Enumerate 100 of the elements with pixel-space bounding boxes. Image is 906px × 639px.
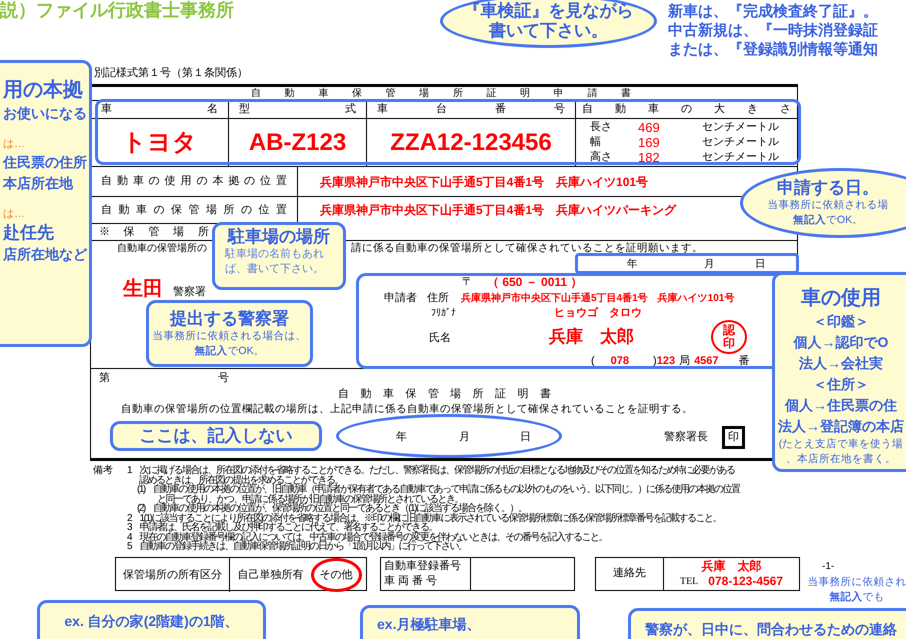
seal-box: 印 <box>722 426 745 448</box>
callout-text: 法人→会社実 <box>799 354 883 373</box>
field-label: 自動車登録番号 <box>384 558 462 574</box>
field-label: 第 <box>99 371 110 386</box>
table-cell: AB-Z123 <box>229 119 367 166</box>
callout-text: 書いて下さい。 <box>489 21 608 41</box>
callout-text: 無記入でOK。 <box>792 213 864 228</box>
note-line: 4 現在の自動車登録番号欄の記入については、中古車の場合で登録番号の変更を伴わないときは、その番号を記入すること。 <box>127 532 608 542</box>
callout-text: ＜印鑑＞ <box>813 312 869 331</box>
police-station-name: 生田 <box>123 277 163 302</box>
callout-text: 当事務所に依頼される場合は、 <box>152 328 306 344</box>
note-line: (1) 自動車の使用の本拠の位置が、旧自動車（申請者が保有者である自動車であって申請に係るもの以外のものをいう。以下同じ。）に係る使用の本拠の位置 <box>136 485 740 494</box>
phone-value: 4567 <box>694 354 719 369</box>
note-line: 5 自動車の登録手続きは、自動車保管場所証明の日から「1箇月以内」に行って下さい。 <box>127 542 467 552</box>
dimension-label: 長さ <box>590 120 613 135</box>
field-label: 号 <box>218 371 229 386</box>
column-header: 型 式 <box>229 101 367 118</box>
tel-label: TEL <box>680 574 698 588</box>
ownership-option: 自己単独所有 <box>234 558 306 592</box>
callout-text: ＜住所＞ <box>813 375 869 394</box>
table-cell: ZZA12-123456 <box>367 119 576 166</box>
note-line: 1 次に掲げる場合は、所在図の添付を省略することができる。ただし、警察署長は、保管場所の付近の目標となる地物及びその位置を知るため特に必要がある <box>127 466 736 476</box>
police-label: 警察署 <box>173 284 206 300</box>
table-cell: 保管場所の所有区分 <box>116 558 230 592</box>
callout-text: 駐車場の場所 <box>228 227 330 247</box>
dimension-value: 169 <box>638 135 661 150</box>
callout-text: お使いになる <box>3 104 87 123</box>
callout-text: 無記入でOK。 <box>194 344 265 358</box>
date-label: 年 <box>627 257 638 272</box>
phone-label: ) <box>653 354 657 369</box>
date-label: 日 <box>520 430 531 445</box>
postal-mark: 〒 <box>462 274 473 290</box>
callout-text: 申請する日。 <box>777 178 879 198</box>
phone-label: 番 <box>738 354 750 369</box>
unit-label: センチメートル <box>702 135 780 150</box>
phone-value: 078 <box>610 354 630 369</box>
applicant-address: 兵庫県神戸市中央区下山手通5丁目4番1号 兵庫ハイツ101号 <box>461 291 734 306</box>
note-line: 認めるときは、所在図の提出を求めることができる。 <box>139 476 343 485</box>
callout-text: 用の本拠 <box>3 78 83 103</box>
form-number: 別記様式第１号（第１条関係） <box>94 66 249 81</box>
callout-text: ex. 自分の家(2階建)の1階、 <box>64 612 239 631</box>
callout-text: 提出する警察署 <box>170 308 289 328</box>
applicant-name: 兵庫 太郎 <box>549 327 634 346</box>
dimension-label: 高さ <box>590 150 613 165</box>
office-name: 説）ファイル行政書士事務所 <box>0 0 234 22</box>
table-cell: 連絡先 <box>596 558 664 590</box>
callout-text: 当事務所に依頼され <box>808 575 906 590</box>
table-cell: 兵庫県神戸市中央区下山手通5丁目4番1号 兵庫ハイツパーキング <box>320 203 676 217</box>
contact-phone: 078-123-4567 <box>708 574 784 588</box>
callout-text: ここは、記入しない <box>140 426 292 446</box>
note-text: 中古新規は、『一時抹消登録証 <box>668 21 878 40</box>
seal-text: 認印 <box>723 324 735 350</box>
callout-text: は… <box>3 207 25 222</box>
field-label: 申請者 <box>384 290 417 306</box>
callout-text: 店所在地など <box>3 245 87 264</box>
note-line: (2) 自動車の使用の本拠の位置が、保管場所の位置と同一であるとき（(1)に該当する場合を除く。）。 <box>136 504 526 514</box>
date-label: 月 <box>704 257 715 272</box>
dimension-value: 469 <box>638 120 661 135</box>
unit-label: センチメートル <box>702 150 780 165</box>
note-line: と同一であり、かつ、申請に係る場所が旧自動車の保管場所とされているとき。 <box>157 494 463 504</box>
note-text: または、『登録識別情報等通知 <box>668 40 878 59</box>
certificate-text: 自動車の保管場所の位置欄記載の場所は、上記申請に係る自動車の保管場所として確保されていることを証明する。 <box>121 403 693 415</box>
row-label: ※ 保 管 場 所 <box>99 225 209 240</box>
date-label: 日 <box>755 257 766 272</box>
callout-text: 当事務所に依頼される場 <box>768 198 888 213</box>
column-header: 車 台 番 号 <box>367 101 576 118</box>
callout-text: 赴任先 <box>3 222 54 244</box>
callout-text: 本店所在地 <box>3 174 73 193</box>
field-label: 車 両 番 号 <box>384 574 438 588</box>
callout-text: 個人→認印でO <box>794 333 888 352</box>
unit-label: センチメートル <box>702 120 780 135</box>
callout-text: 、本店所在地を書く。 <box>786 452 896 467</box>
phone-label: 局 <box>679 354 690 369</box>
callout-text: 個人→住民票の住 <box>785 396 897 415</box>
callout-text: 『車検証』を見ながら <box>464 1 634 21</box>
field-label: 氏名 <box>429 332 451 344</box>
date-label: 年 <box>396 430 407 445</box>
contact-name: 兵庫 太郎 <box>702 558 762 574</box>
note-line: 3 申請者は、氏名を記載し及び押印することに代えて、署名することができる。 <box>127 523 438 532</box>
callout-text: 車の使用 <box>801 286 881 311</box>
note-text: 新車は、『完成検査終了証』。 <box>668 2 878 21</box>
callout-text: 無記入でも <box>830 590 884 605</box>
callout-text: 駐車場の名前もあれば、書いて下さい。 <box>225 247 325 277</box>
callout-text: 住民票の住所 <box>3 153 87 172</box>
request-text: 請に係る自動車の保管場所として確保されていることを証明願います。 <box>351 242 703 254</box>
phone-label: ( <box>591 354 595 369</box>
applicant-furigana: ヒョウゴ タロウ <box>554 306 642 321</box>
dimension-value: 182 <box>638 150 661 165</box>
table-cell: 兵庫県神戸市中央区下山手通5丁目4番1号 兵庫ハイツ101号 <box>320 175 648 189</box>
notes-label: 備考 <box>93 466 114 476</box>
dimension-label: 幅 <box>590 135 602 150</box>
column-header: 自 動 車 の 大 き さ <box>581 102 792 117</box>
callout-text: ex.月極駐車場、 <box>377 615 480 634</box>
note-line: 2 1(1)に該当することにより所在図の添付を省略する場合は、※印の欄に旧自動車に表示されている保管場所標章に係る保管場所標章番号を記載すること。 <box>127 514 722 523</box>
date-label: 月 <box>459 430 470 445</box>
form-title: 自 動 車 保 管 場 所 証 明 申 請 書 <box>251 87 631 100</box>
callout-text: 警察が、日中に、問合わせるための連絡 <box>645 620 897 639</box>
callout-text: (たとえ支店で車を使う場 <box>778 437 904 452</box>
phone-value: 123 <box>656 354 676 369</box>
ownership-option: その他 <box>310 558 362 592</box>
